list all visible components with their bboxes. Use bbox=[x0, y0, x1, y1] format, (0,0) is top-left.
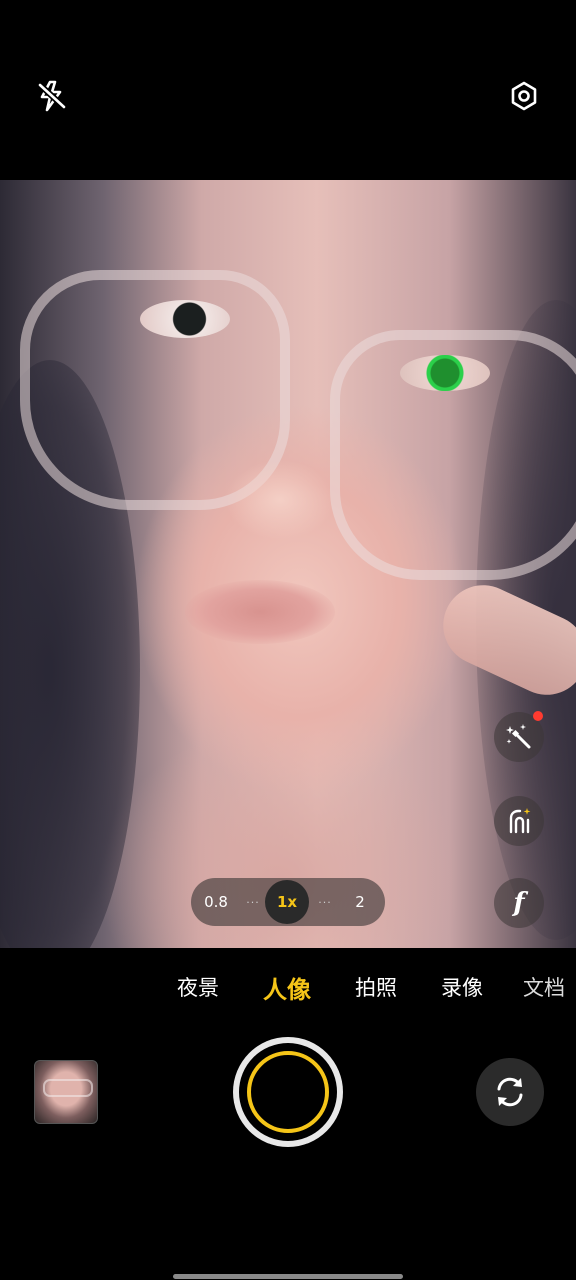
preview-lips bbox=[185, 580, 335, 644]
portrait-sparkle-icon[interactable] bbox=[494, 796, 544, 846]
mode-night[interactable]: 夜景 bbox=[177, 972, 219, 1002]
preview-eye-left bbox=[140, 300, 230, 338]
mode-selector: 夜景 人像 拍照 录像 文档 bbox=[0, 958, 576, 1018]
thumbnail-preview bbox=[43, 1079, 93, 1097]
zoom-option-1x[interactable]: 1x bbox=[265, 880, 309, 924]
preview-nose bbox=[225, 460, 335, 540]
zoom-separator: ··· bbox=[246, 895, 260, 909]
notification-dot bbox=[533, 711, 543, 721]
zoom-option-0-8[interactable]: 0.8 bbox=[199, 893, 233, 911]
aperture-label: f bbox=[513, 888, 525, 918]
mode-photo[interactable]: 拍照 bbox=[355, 972, 397, 1002]
camera-viewfinder[interactable] bbox=[0, 180, 576, 948]
home-indicator[interactable] bbox=[173, 1274, 403, 1279]
shutter-button[interactable] bbox=[233, 1037, 343, 1147]
gallery-thumbnail[interactable] bbox=[34, 1060, 98, 1124]
switch-camera-icon[interactable] bbox=[476, 1058, 544, 1126]
zoom-separator: ··· bbox=[318, 895, 332, 909]
flash-off-icon[interactable] bbox=[28, 72, 76, 120]
preview-eye-right bbox=[400, 355, 490, 391]
zoom-selector: 0.8 ··· 1x ··· 2 bbox=[191, 878, 385, 926]
mode-portrait[interactable]: 人像 bbox=[263, 970, 311, 1005]
zoom-option-2[interactable]: 2 bbox=[345, 893, 375, 911]
top-bar bbox=[0, 0, 576, 180]
mode-video[interactable]: 录像 bbox=[441, 972, 483, 1002]
shutter-ring bbox=[239, 1043, 337, 1141]
mode-document[interactable]: 文档 bbox=[523, 972, 565, 1002]
f-aperture-icon[interactable]: f bbox=[494, 878, 544, 928]
shutter-inner bbox=[247, 1051, 329, 1133]
settings-icon[interactable] bbox=[500, 72, 548, 120]
